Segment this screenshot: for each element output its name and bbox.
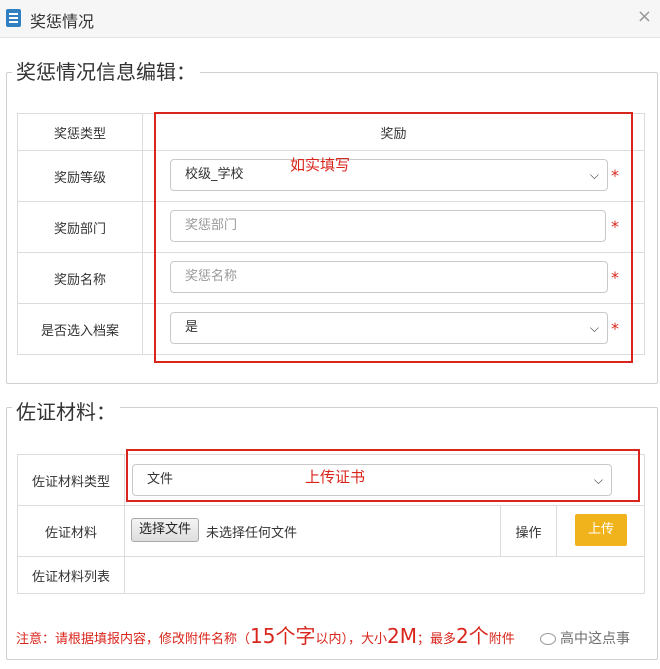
reward-type-label: 奖惩类型 bbox=[17, 113, 143, 151]
evidence-legend: 佐证材料： bbox=[12, 396, 120, 425]
evidence-type-label: 佐证材料类型 bbox=[17, 454, 125, 506]
note-text: 附件 bbox=[488, 632, 515, 647]
reward-name-label: 奖励名称 bbox=[17, 252, 143, 304]
form-icon bbox=[6, 9, 21, 27]
archive-label: 是否选入档案 bbox=[17, 303, 143, 355]
operation-label: 操作 bbox=[500, 505, 557, 557]
evidence-list-cell bbox=[124, 556, 645, 594]
attachment-note: 注意：请根据填报内容，修改附件名称（15个字以内），大小2M；最多2个附件 bbox=[16, 620, 515, 649]
note-text: ；最多 bbox=[416, 632, 456, 647]
watermark: 高中这点事 bbox=[540, 628, 630, 648]
title-bar: 奖惩情况 × bbox=[0, 0, 660, 38]
upload-certificate-highlight bbox=[126, 449, 640, 502]
note-text: 以内），大小 bbox=[315, 632, 387, 647]
choose-file-button[interactable]: 选择文件 bbox=[131, 518, 200, 542]
evidence-material-label: 佐证材料 bbox=[17, 505, 125, 557]
note-highlight: 2个 bbox=[455, 624, 489, 648]
no-file-text: 未选择任何文件 bbox=[206, 526, 298, 541]
reward-level-label: 奖励等级 bbox=[17, 150, 143, 202]
watermark-text: 高中这点事 bbox=[560, 631, 630, 647]
note-highlight: 15个字 bbox=[250, 624, 316, 648]
reward-dept-label: 奖励部门 bbox=[17, 201, 143, 253]
fill-truthfully-annotation: 如实填写 bbox=[290, 156, 351, 174]
wechat-icon bbox=[540, 633, 556, 645]
note-text: 注意：请根据填报内容，修改附件名称（ bbox=[16, 632, 251, 647]
reward-edit-legend: 奖惩情况信息编辑： bbox=[12, 56, 200, 85]
window-title: 奖惩情况 bbox=[30, 12, 95, 31]
close-icon[interactable]: × bbox=[637, 6, 652, 27]
upload-certificate-annotation: 上传证书 bbox=[305, 468, 366, 486]
fill-truthfully-highlight bbox=[154, 112, 633, 363]
upload-button[interactable]: 上传 bbox=[575, 514, 627, 546]
evidence-list-label: 佐证材料列表 bbox=[17, 556, 125, 594]
note-highlight: 2M bbox=[386, 624, 417, 648]
